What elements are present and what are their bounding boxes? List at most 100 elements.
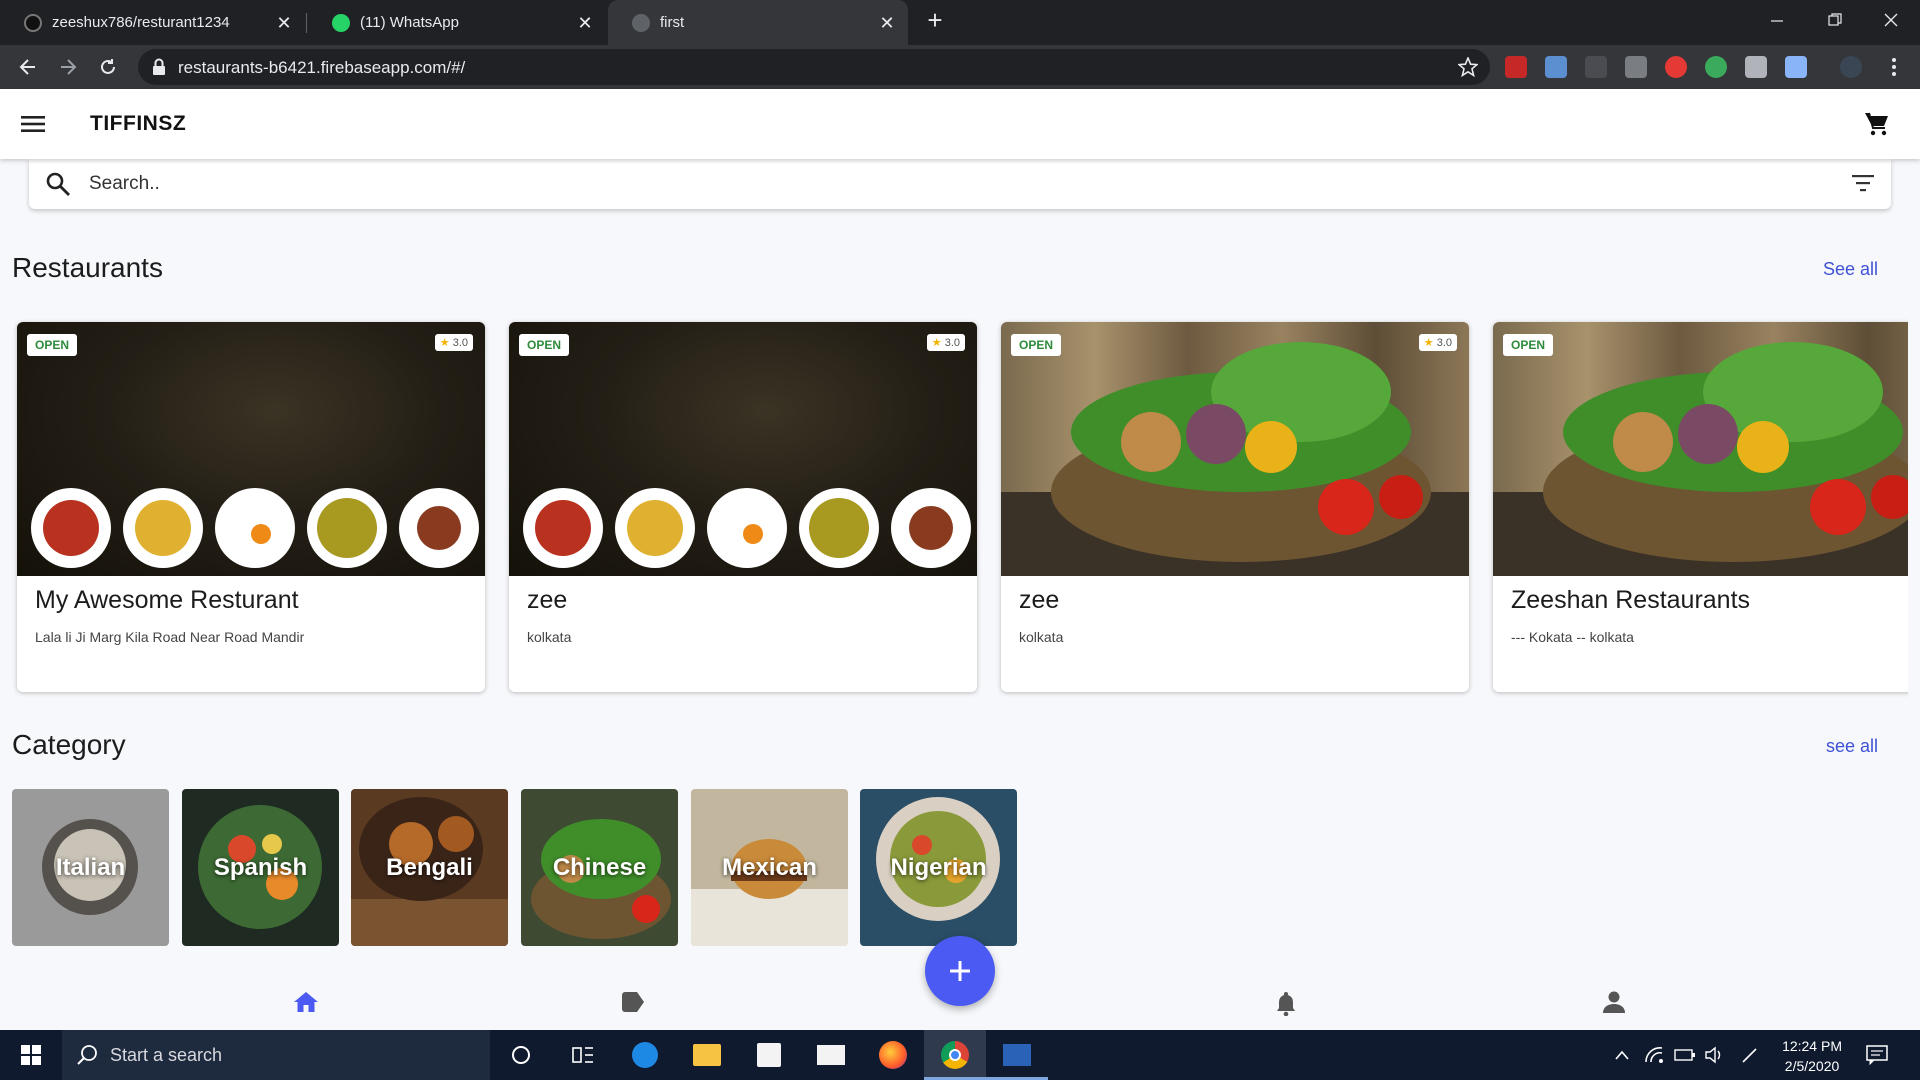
category-card-italian[interactable]: Italian [12, 789, 169, 946]
menu-icon[interactable] [20, 111, 46, 137]
rating-value: 3.0 [1436, 337, 1452, 349]
filter-icon[interactable] [1851, 172, 1875, 194]
restaurant-carousel[interactable]: OPEN ★ 3.0 My Awesome Resturant Lala li … [12, 318, 1908, 704]
tab-first[interactable]: first ✕ [608, 0, 908, 45]
file-explorer-app[interactable] [676, 1030, 738, 1080]
food-plates-decor [523, 488, 971, 568]
browser-menu-button[interactable] [1878, 51, 1910, 83]
tab-divider [306, 13, 307, 33]
close-icon[interactable]: ✕ [576, 14, 594, 32]
window-close-button[interactable] [1862, 0, 1920, 40]
nav-home[interactable] [293, 990, 319, 1014]
edge-app[interactable] [614, 1030, 676, 1080]
mail-app[interactable] [800, 1030, 862, 1080]
app-brand: TIFFINSZ [90, 112, 187, 135]
reload-button[interactable] [92, 51, 124, 83]
nav-offers[interactable] [620, 990, 646, 1014]
restaurant-name: Zeeshan Restaurants [1511, 586, 1751, 614]
browser-tab-strip: zeeshux786/resturant1234 ✕ (11) WhatsApp… [0, 0, 1920, 45]
category-card-nigerian[interactable]: Nigerian [860, 789, 1017, 946]
stop-extension-icon[interactable] [1665, 56, 1687, 78]
rating-badge: ★ 3.0 [926, 334, 965, 351]
tab-title: first [660, 14, 685, 31]
cart-icon[interactable] [1864, 111, 1890, 137]
new-tab-button[interactable]: + [918, 0, 952, 40]
restaurant-card[interactable]: OPEN ★ 3.0 zee kolkata [1001, 322, 1469, 692]
store-app[interactable] [738, 1030, 800, 1080]
start-button[interactable] [0, 1030, 62, 1080]
tab-title: (11) WhatsApp [360, 14, 459, 31]
edge-icon [632, 1042, 658, 1068]
vegetable-basket-decor [1001, 342, 1469, 576]
category-label: Bengali [386, 853, 473, 881]
restaurant-address: kolkata [527, 629, 572, 645]
tab-github[interactable]: zeeshux786/resturant1234 ✕ [0, 0, 305, 45]
category-card-mexican[interactable]: Mexican [691, 789, 848, 946]
back-button[interactable] [12, 51, 44, 83]
restaurant-card[interactable]: OPEN ★ 3.0 My Awesome Resturant Lala li … [17, 322, 485, 692]
nav-notifications[interactable] [1274, 990, 1298, 1016]
rating-badge: ★ 3.0 [1418, 334, 1457, 351]
taskbar-search-text: Start a search [110, 1045, 223, 1065]
star-icon[interactable] [1458, 57, 1478, 77]
vegetable-basket-decor [1493, 342, 1908, 576]
tab-whatsapp[interactable]: (11) WhatsApp ✕ [308, 0, 606, 45]
category-card-chinese[interactable]: Chinese [521, 789, 678, 946]
minimize-button[interactable] [1748, 0, 1806, 40]
restaurants-see-all-link[interactable]: See all [1823, 259, 1878, 280]
close-icon[interactable]: ✕ [275, 14, 293, 32]
category-label: Nigerian [890, 853, 987, 881]
whatsapp-icon [332, 13, 350, 32]
pocket-extension-icon[interactable] [1505, 56, 1527, 78]
open-status-badge: OPEN [27, 334, 78, 356]
pen-icon[interactable] [1740, 1045, 1760, 1065]
app-header: TIFFINSZ [0, 89, 1920, 159]
rating-value: 3.0 [944, 337, 960, 349]
cortana-button[interactable] [490, 1030, 552, 1080]
camera-extension-icon[interactable] [1745, 56, 1767, 78]
restaurant-image: OPEN ★ 3.0 [1001, 322, 1469, 576]
category-label: Spanish [213, 853, 308, 881]
system-clock[interactable]: 12:24 PM 2/5/2020 [1782, 1036, 1842, 1076]
photo-extension-icon[interactable] [1545, 56, 1567, 78]
task-view-button[interactable] [552, 1030, 614, 1080]
restaurant-name: My Awesome Resturant [35, 586, 299, 614]
category-card-spanish[interactable]: Spanish [182, 789, 339, 946]
star-icon: ★ [439, 337, 450, 349]
category-card-bengali[interactable]: Bengali [351, 789, 508, 946]
close-icon[interactable]: ✕ [878, 14, 896, 32]
ruler-extension-icon[interactable] [1585, 56, 1607, 78]
nav-profile[interactable] [1602, 990, 1626, 1014]
open-status-badge: OPEN [1503, 334, 1554, 356]
profile-avatar[interactable] [1840, 56, 1862, 78]
terminal-icon [1003, 1044, 1031, 1066]
taskbar-search-box[interactable]: Start a search [62, 1030, 490, 1080]
restore-button[interactable] [1806, 0, 1864, 40]
open-status-badge: OPEN [519, 334, 570, 356]
address-bar[interactable]: restaurants-b6421.firebaseapp.com/#/ [138, 49, 1490, 85]
store-icon [757, 1043, 781, 1067]
search-input[interactable] [89, 167, 1789, 201]
powershell-app[interactable] [986, 1030, 1048, 1080]
restaurant-name: zee [1019, 586, 1060, 614]
search-bar [29, 159, 1891, 209]
screenshot-extension-icon[interactable] [1785, 56, 1807, 78]
category-see-all-link[interactable]: see all [1826, 736, 1878, 757]
add-button[interactable] [925, 936, 995, 1006]
battery-icon[interactable] [1674, 1048, 1696, 1062]
volume-icon[interactable] [1704, 1046, 1726, 1064]
chrome-app[interactable] [924, 1030, 986, 1080]
notification-icon[interactable] [1866, 1045, 1888, 1065]
wifi-icon[interactable] [1644, 1046, 1664, 1064]
chevron-up-icon[interactable] [1614, 1048, 1630, 1062]
restaurant-card[interactable]: OPEN ★ 3.0 zee kolkata [509, 322, 977, 692]
green-extension-icon[interactable] [1705, 56, 1727, 78]
s-extension-icon[interactable] [1625, 56, 1647, 78]
restaurant-card[interactable]: OPEN Zeeshan Restaurants --- Kokata -- k… [1493, 322, 1908, 692]
forward-button[interactable] [52, 51, 84, 83]
clock-date: 2/5/2020 [1784, 1058, 1840, 1074]
star-icon: ★ [1423, 337, 1434, 349]
firefox-app[interactable] [862, 1030, 924, 1080]
restaurant-name: zee [527, 586, 568, 614]
plus-icon [950, 961, 970, 981]
